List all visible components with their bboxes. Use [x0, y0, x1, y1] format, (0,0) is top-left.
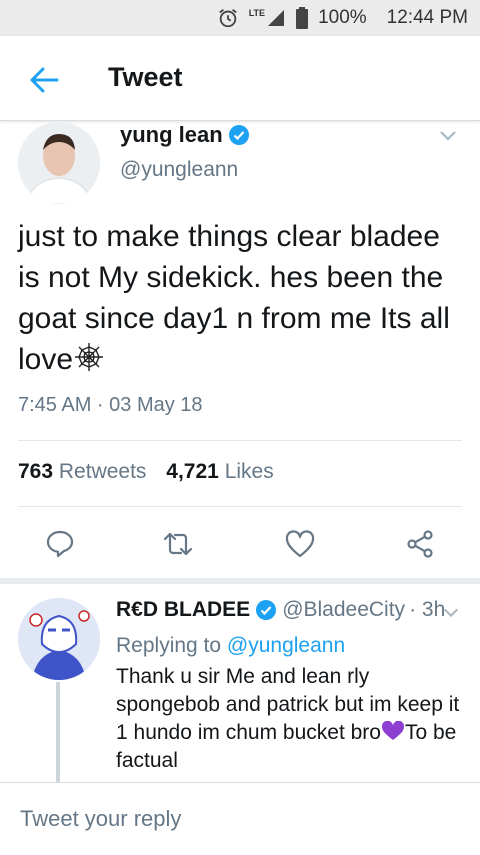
reply-author-handle[interactable]: @BladeeCity: [282, 598, 405, 622]
signal-icon: LTE: [249, 8, 286, 28]
clock: 12:44 PM: [386, 7, 468, 28]
arrow-left-icon: [30, 67, 59, 93]
replying-prefix: Replying to: [116, 634, 222, 657]
tweet-actions: [0, 522, 480, 566]
tweet-timestamp[interactable]: 7:45 AM · 03 May 18: [18, 394, 203, 417]
section-separator: [0, 578, 480, 584]
share-icon[interactable]: [404, 528, 436, 560]
status-bar: LTE 100% 12:44 PM: [0, 0, 480, 36]
reply-icon[interactable]: [44, 528, 76, 560]
spider-web-icon: [75, 343, 104, 371]
likes-count: 4,721: [166, 460, 219, 483]
chevron-down-icon[interactable]: [440, 602, 462, 624]
reply-input[interactable]: [18, 805, 462, 833]
author-name[interactable]: yung lean: [120, 122, 223, 148]
tweet-text: just to make things clear bladee is not …: [18, 216, 464, 380]
author-name-row: yung lean: [120, 122, 249, 148]
reply-compose-bar: [0, 782, 480, 855]
battery-percent: 100%: [318, 7, 367, 28]
likes-stat[interactable]: 4,721 Likes: [166, 460, 273, 483]
reply-header: R€D BLADEE @BladeeCity · 3h: [116, 598, 445, 622]
author-avatar[interactable]: [18, 122, 100, 204]
chevron-down-icon[interactable]: [436, 124, 460, 148]
verified-badge-icon: [228, 125, 249, 145]
page-title: Tweet: [108, 62, 183, 92]
alarm-icon: [217, 7, 239, 29]
app-bar: Tweet: [0, 36, 480, 121]
thread-line: [56, 682, 60, 782]
replying-to-link[interactable]: @yungleann: [227, 634, 345, 657]
battery-icon: [296, 7, 309, 29]
purple-heart-icon: [381, 721, 404, 740]
retweets-label: Retweets: [58, 460, 147, 483]
like-icon[interactable]: [284, 528, 316, 560]
replying-to: Replying to @yungleann: [116, 634, 345, 658]
divider: [18, 440, 462, 441]
retweets-count: 763: [18, 460, 54, 483]
reply-text: Thank u sir Me and lean rly spongebob an…: [116, 663, 466, 775]
verified-badge-icon: [256, 600, 277, 620]
reply-author-name[interactable]: R€D BLADEE: [116, 598, 250, 622]
author-handle[interactable]: @yungleann: [120, 158, 238, 182]
network-label: LTE: [248, 8, 266, 18]
retweet-icon[interactable]: [162, 528, 194, 560]
likes-label: Likes: [224, 460, 274, 483]
back-button[interactable]: [22, 60, 66, 100]
divider: [18, 506, 462, 507]
retweets-stat[interactable]: 763 Retweets: [18, 460, 146, 483]
reply-author-avatar[interactable]: [18, 598, 100, 680]
tweet-stats: 763 Retweets 4,721 Likes: [18, 460, 274, 484]
